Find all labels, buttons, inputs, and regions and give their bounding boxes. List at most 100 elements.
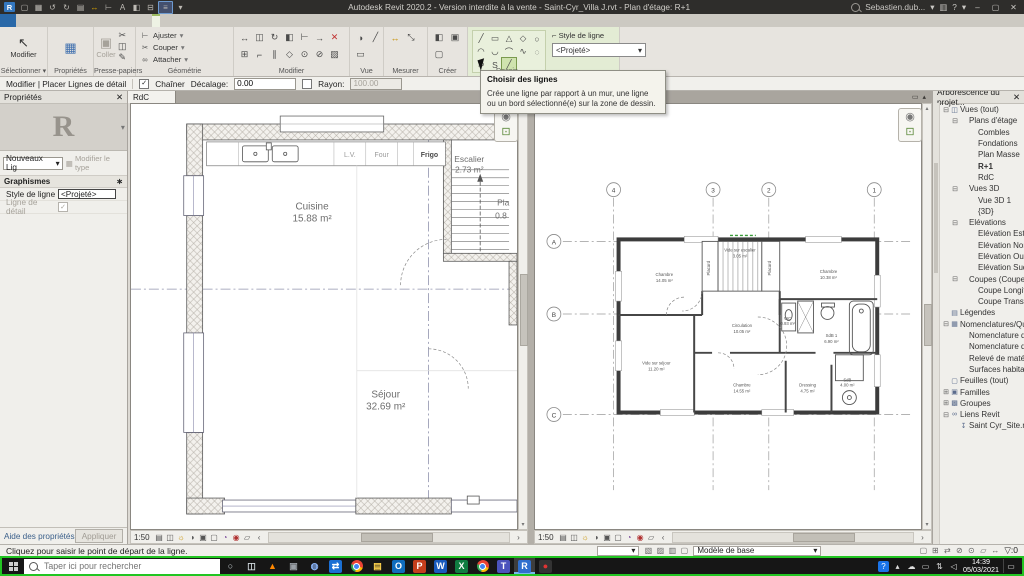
aligned-dimension-icon[interactable]: ⊢ xyxy=(102,2,115,13)
hscroll-left-icon[interactable]: ‹ xyxy=(254,533,265,542)
crop-view-icon[interactable]: ▣ xyxy=(198,533,209,542)
join-geometry-button[interactable]: ∞Attacher▾ xyxy=(140,54,229,65)
onedrive-icon[interactable]: ☁ xyxy=(906,561,917,572)
action-center-icon[interactable]: ▭ xyxy=(1003,559,1018,573)
ribbon-tab[interactable] xyxy=(40,14,48,27)
left-scale-label[interactable]: 1:50 xyxy=(134,533,150,542)
tree-item[interactable]: ▢ Feuilles (tout) xyxy=(940,375,1024,386)
help-icon[interactable]: ? xyxy=(952,2,957,12)
tree-item[interactable]: ⊟ ∞ Liens Revit xyxy=(940,409,1024,420)
section-icon[interactable]: ⊟ xyxy=(144,2,157,13)
chain-checkbox[interactable]: ✓ xyxy=(139,79,149,89)
array-tool-icon[interactable]: ⊞ xyxy=(237,46,252,63)
ribbon-tab[interactable] xyxy=(56,14,64,27)
worksharing-icon[interactable]: ▧ xyxy=(642,546,654,555)
tree-item[interactable]: ⊟ Coupes (Coupe du bâ... xyxy=(940,273,1024,284)
inscribed-polygon-tool-icon[interactable]: △ xyxy=(502,32,516,45)
ribbon-tab[interactable] xyxy=(88,14,96,27)
panel-select-label[interactable]: Sélectionner ▾ xyxy=(0,66,47,75)
signed-in-user[interactable]: Sebastien.dub... xyxy=(865,2,925,12)
help-tray-icon[interactable]: ? xyxy=(878,561,889,572)
user-menu-chevron-icon[interactable]: ▾ xyxy=(930,2,934,12)
ribbon-tab[interactable] xyxy=(48,14,56,27)
select-pinned-icon[interactable]: ⊙ xyxy=(965,546,977,555)
ribbon-tab[interactable] xyxy=(120,14,128,27)
editable-only-icon[interactable]: ▨ xyxy=(654,546,666,555)
reveal-hidden-icon[interactable]: ◉ xyxy=(635,533,646,542)
ribbon-tab[interactable] xyxy=(24,14,32,27)
measure-along-element-icon[interactable]: ⤡ xyxy=(403,29,419,46)
left-horizontal-scrollbar[interactable] xyxy=(268,532,510,543)
match-type-tool-icon[interactable]: ▨ xyxy=(327,46,342,63)
tree-expander-icon[interactable]: ⊞ xyxy=(942,399,950,407)
tree-item[interactable]: Elévation Est xyxy=(940,228,1024,239)
search-icon[interactable] xyxy=(851,3,860,12)
tree-item[interactable]: Vue 3D 1 xyxy=(940,194,1024,205)
line-tool-icon[interactable]: ╱ xyxy=(474,32,488,45)
open-icon[interactable]: ▢ xyxy=(18,2,31,13)
visual-style-icon[interactable]: ◫ xyxy=(165,533,176,542)
sun-path-icon[interactable]: ☼ xyxy=(176,533,187,542)
background-processes-icon[interactable]: ⇄ xyxy=(941,546,953,555)
view-list-chevron-icon[interactable]: ▴ xyxy=(922,93,926,101)
tree-item[interactable]: RdC xyxy=(940,172,1024,183)
ribbon-tab[interactable] xyxy=(64,14,72,27)
line-style-select[interactable]: <Projeté>▾ xyxy=(552,43,646,57)
tree-item[interactable]: ⊞ ▣ Familles xyxy=(940,386,1024,397)
ribbon-tab[interactable] xyxy=(128,14,136,27)
tree-item[interactable]: R+1 xyxy=(940,160,1024,171)
temporary-hide-icon[interactable]: ◔ xyxy=(624,533,635,542)
tree-item[interactable]: Surfaces habitables xyxy=(940,364,1024,375)
measure-between-refs-icon[interactable]: ↔ xyxy=(387,29,403,46)
detail-level-icon[interactable]: ▤ xyxy=(154,533,165,542)
tree-item[interactable]: Relevé de matériaux r... xyxy=(940,353,1024,364)
tree-item[interactable]: {3D} xyxy=(940,206,1024,217)
drag-on-selection-icon[interactable]: ↔ xyxy=(989,546,1001,555)
hscroll-right-icon[interactable]: › xyxy=(513,533,524,542)
excel-icon[interactable]: X xyxy=(451,558,472,574)
powerpoint-icon[interactable]: P xyxy=(409,558,430,574)
scroll-down-icon[interactable]: ▾ xyxy=(923,521,931,528)
paste-button[interactable]: ▣ Coller xyxy=(94,27,118,67)
circumscribed-polygon-tool-icon[interactable]: ◇ xyxy=(516,32,530,45)
ribbon-tab[interactable] xyxy=(136,14,144,27)
design-option-select[interactable]: Modèle de base▾ xyxy=(693,546,821,556)
save-icon[interactable]: ▦ xyxy=(32,2,45,13)
vlc-icon[interactable]: ▲ xyxy=(262,558,283,574)
ellipse-tool-icon[interactable]: ◌ xyxy=(530,45,544,58)
tree-expander-icon[interactable]: ⊞ xyxy=(942,388,950,396)
ribbon-tab[interactable] xyxy=(96,14,104,27)
ribbon-tab[interactable] xyxy=(32,14,40,27)
edit-requests-icon[interactable]: ⊞ xyxy=(929,546,941,555)
app-store-cart-icon[interactable]: ▥ xyxy=(939,2,947,12)
selection-filter-icon[interactable]: ▽:0 xyxy=(1004,545,1018,556)
task-view-icon[interactable]: ◫ xyxy=(241,558,262,574)
detail-level-icon[interactable]: ▤ xyxy=(558,533,569,542)
properties-close-icon[interactable]: ✕ xyxy=(116,92,123,102)
constraints-icon[interactable]: ▱ xyxy=(242,533,253,542)
cortana-icon[interactable]: ○ xyxy=(220,558,241,574)
tree-item[interactable]: ⊟ Vues 3D xyxy=(940,183,1024,194)
tree-item[interactable]: Nomenclature des fe... xyxy=(940,330,1024,341)
cut-icon[interactable]: ✂ xyxy=(118,30,127,41)
tree-item[interactable]: Fondations xyxy=(940,138,1024,149)
shadows-icon[interactable]: ◑ xyxy=(187,533,198,542)
create-group-icon[interactable]: ◧ xyxy=(431,29,447,46)
offset-input[interactable] xyxy=(234,78,296,90)
help-chevron-icon[interactable]: ▾ xyxy=(962,2,966,12)
design-options-icon[interactable]: ▥ xyxy=(666,546,678,555)
photos-icon[interactable]: ▣ xyxy=(283,558,304,574)
move-tool-icon[interactable]: ↔ xyxy=(237,29,252,46)
delete-tool-icon[interactable]: ✕ xyxy=(327,29,342,46)
ribbon-tab[interactable] xyxy=(0,14,16,27)
revit-taskbar-icon[interactable]: R xyxy=(514,558,535,574)
left-vertical-scrollbar[interactable]: ▴ ▾ xyxy=(518,103,528,530)
crop-view-icon[interactable]: ▣ xyxy=(602,533,613,542)
thin-lines-tool-icon[interactable]: ╱ xyxy=(368,29,383,46)
tree-expander-icon[interactable]: ⊟ xyxy=(951,185,959,193)
properties-toggle-button[interactable]: ▦ xyxy=(48,27,93,67)
tree-item[interactable]: ⊟ ▦ Nomenclatures/Quant... xyxy=(940,319,1024,330)
match-icon[interactable]: ✎ xyxy=(118,52,127,63)
ribbon-tab[interactable] xyxy=(152,14,160,27)
split-tool-icon[interactable]: ∥ xyxy=(267,46,282,63)
